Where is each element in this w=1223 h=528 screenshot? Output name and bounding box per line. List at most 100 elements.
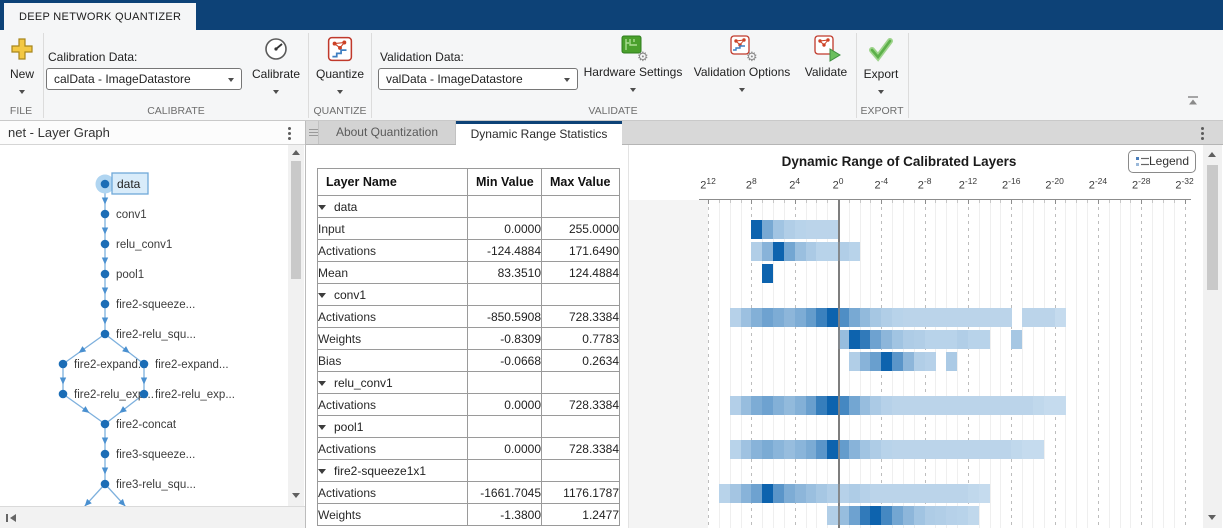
new-dropdown-caret[interactable] <box>19 90 25 94</box>
collapse-arrow-icon[interactable] <box>318 468 326 474</box>
graph-node-relu_conv1[interactable] <box>100 239 110 249</box>
graph-vscrollbar[interactable] <box>288 145 304 506</box>
scroll-up-arrow-icon[interactable] <box>1208 152 1216 157</box>
calibrate-button[interactable]: Calibrate <box>247 36 305 99</box>
table-row[interactable]: conv1 <box>317 283 620 306</box>
heatmap-bar-conv1-Bias[interactable] <box>629 352 1199 371</box>
table-row[interactable]: Activations -1661.7045 1176.1787 <box>317 481 620 504</box>
graph-node-fire2-squeeze[interactable] <box>100 299 110 309</box>
heatmap-cell <box>762 242 774 261</box>
x-tick-label: 20 <box>832 176 844 192</box>
graph-node-fire3-relu_squeeze[interactable] <box>100 479 110 489</box>
heatmap-cell <box>892 352 904 371</box>
scroll-down-arrow-icon[interactable] <box>292 493 300 498</box>
axis-tick <box>708 200 710 204</box>
table-row[interactable]: Input 0.0000 255.0000 <box>317 217 620 240</box>
hardware-settings-caret[interactable] <box>630 88 636 92</box>
validation-options-button[interactable]: ⚙ Validation Options <box>692 34 792 97</box>
heatmap-cell <box>783 308 795 327</box>
table-row[interactable]: data <box>317 195 620 218</box>
collapse-arrow-icon[interactable] <box>318 424 326 430</box>
graph-hscrollbar[interactable] <box>0 506 305 528</box>
table-row[interactable]: Activations -850.5908 728.3384 <box>317 305 620 328</box>
graph-vscroll-thumb[interactable] <box>291 161 301 279</box>
heatmap-cell <box>881 330 893 349</box>
table-row[interactable]: Bias -0.0668 0.2634 <box>317 349 620 372</box>
table-row[interactable]: Activations -124.4884 171.6490 <box>317 239 620 262</box>
heatmap-bar-data-Input[interactable] <box>629 220 1199 239</box>
heatmap-cell <box>816 308 828 327</box>
graph-node-data[interactable] <box>100 179 110 189</box>
layer-graph-canvas[interactable]: data conv1 relu_conv1 pool1 fire2-squeeze...… <box>0 145 288 506</box>
scroll-up-arrow-icon[interactable] <box>292 150 300 155</box>
edge-arrow-icon <box>101 437 109 445</box>
validation-options-caret[interactable] <box>739 88 745 92</box>
table-row[interactable]: fire2-squeeze1x1 <box>317 459 620 482</box>
graph-node-fire2-relu-exp-r[interactable] <box>139 389 149 399</box>
tab-dynamic-range-statistics[interactable]: Dynamic Range Statistics <box>456 121 622 145</box>
heatmap-cell <box>892 506 904 525</box>
heatmap-bar-data-Activations[interactable] <box>629 242 1199 261</box>
graph-node-fire2-relu_squeeze[interactable] <box>100 329 110 339</box>
graph-node-fire2-relu-exp-l[interactable] <box>58 389 68 399</box>
table-column-header[interactable]: Layer Name <box>317 168 468 196</box>
collapse-arrow-icon[interactable] <box>318 292 326 298</box>
combo-caret-icon[interactable] <box>564 78 570 82</box>
legend-button[interactable]: Legend <box>1128 150 1196 173</box>
table-row[interactable]: Activations 0.0000 728.3384 <box>317 437 620 460</box>
collapse-arrow-icon[interactable] <box>318 380 326 386</box>
quantize-dropdown-caret[interactable] <box>337 90 343 94</box>
heatmap-bar-fire2-squeeze1x1-Activations[interactable] <box>629 484 1199 503</box>
table-column-header[interactable]: Max Value <box>541 168 620 196</box>
export-dropdown-caret[interactable] <box>878 90 884 94</box>
hardware-settings-button[interactable]: ⚙ Hardware Settings <box>583 34 683 97</box>
chart-vscroll-thumb[interactable] <box>1207 165 1218 290</box>
collapse-arrow-icon[interactable] <box>318 204 326 210</box>
graph-node-fire3-squeeze[interactable] <box>100 449 110 459</box>
graph-node-label: fire2-squeeze... <box>116 299 195 311</box>
table-row[interactable]: Weights -0.8309 0.7783 <box>317 327 620 350</box>
tab-about-quantization[interactable]: About Quantization <box>318 121 456 144</box>
heatmap-cell <box>794 220 806 239</box>
validation-data-combo[interactable]: valData - ImageDatastore <box>378 68 578 90</box>
heatmap-cell <box>870 396 882 415</box>
calibration-data-combo[interactable]: calData - ImageDatastore <box>46 68 242 90</box>
table-row[interactable]: relu_conv1 <box>317 371 620 394</box>
graph-node-conv1[interactable] <box>100 209 110 219</box>
axis-tick <box>1141 200 1143 204</box>
heatmap-bar-data-Mean[interactable] <box>629 264 1199 283</box>
chart-vscrollbar[interactable] <box>1203 145 1222 528</box>
scroll-down-arrow-icon[interactable] <box>1208 515 1216 520</box>
document-menu-kebab-icon[interactable] <box>1201 127 1204 142</box>
heatmap-bar-relu_conv1-Activations[interactable] <box>629 396 1199 415</box>
validate-button[interactable]: Validate <box>798 34 854 79</box>
table-column-header[interactable]: Min Value <box>467 168 542 196</box>
heatmap-bar-fire2-squeeze1x1-Weights[interactable] <box>629 506 1199 525</box>
graph-node-fire2-concat[interactable] <box>100 419 110 429</box>
graph-node-fire2-expand-l[interactable] <box>58 359 68 369</box>
section-label-file: FILE <box>9 105 33 117</box>
axis-tick <box>946 200 948 203</box>
table-row[interactable]: Activations 0.0000 728.3384 <box>317 393 620 416</box>
calibrate-dropdown-caret[interactable] <box>273 90 279 94</box>
panel-menu-kebab-icon[interactable] <box>288 127 291 142</box>
table-row[interactable]: Weights -1.3800 1.2477 <box>317 503 620 526</box>
table-row[interactable]: pool1 <box>317 415 620 438</box>
collapse-ribbon-icon[interactable] <box>1186 95 1200 107</box>
quantize-button[interactable]: Quantize <box>312 36 368 99</box>
graph-node-pool1[interactable] <box>100 269 110 279</box>
export-button[interactable]: Export <box>858 36 904 99</box>
heatmap-cell <box>1022 396 1034 415</box>
table-row[interactable]: Mean 83.3510 124.4884 <box>317 261 620 284</box>
graph-node-fire2-expand-r[interactable] <box>139 359 149 369</box>
heatmap-bar-conv1-Activations[interactable] <box>629 308 1199 327</box>
scroll-left-edge-icon[interactable] <box>5 512 19 524</box>
combo-caret-icon[interactable] <box>228 78 234 82</box>
x-tick-label: 2-8 <box>917 176 932 192</box>
heatmap-bar-pool1-Activations[interactable] <box>629 440 1199 459</box>
app-tab[interactable]: DEEP NETWORK QUANTIZER <box>4 3 197 30</box>
new-button[interactable]: New <box>2 36 42 99</box>
new-button-label: New <box>9 67 34 81</box>
heatmap-bar-conv1-Weights[interactable] <box>629 330 1199 349</box>
chart-title: Dynamic Range of Calibrated Layers <box>781 154 1017 169</box>
